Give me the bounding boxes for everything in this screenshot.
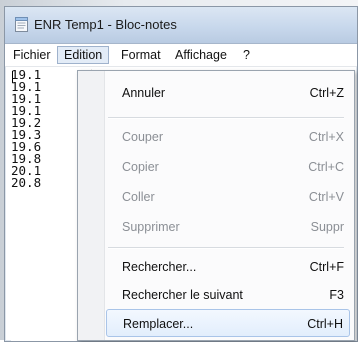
menu-item-shortcut: F3 — [329, 288, 344, 302]
menu-item-label: Rechercher le suivant — [122, 288, 243, 302]
menu-item-rechercher[interactable]: Rechercher... Ctrl+F — [106, 253, 350, 281]
menu-item-label: Couper — [122, 130, 163, 144]
menu-item-supprimer[interactable]: Supprimer Suppr — [106, 213, 350, 241]
menu-bar: Fichier Edition Format Affichage ? — [5, 44, 357, 67]
menu-item-label: Remplacer... — [123, 317, 194, 331]
menu-item-label: Supprimer — [122, 220, 180, 234]
menu-item-shortcut: Ctrl+X — [308, 130, 344, 144]
menu-item-label: Coller — [122, 190, 155, 204]
window-title: ENR Temp1 - Bloc-notes — [34, 17, 177, 32]
editor-line: 20.8 — [11, 175, 42, 190]
menu-item-copier[interactable]: Copier Ctrl+C — [106, 153, 350, 181]
menu-item-shortcut: Ctrl+Z — [309, 86, 344, 100]
menu-item-rechercher-suivant[interactable]: Rechercher le suivant F3 — [106, 281, 350, 309]
menu-item-coller[interactable]: Coller Ctrl+V — [106, 183, 350, 211]
menu-item-shortcut: Ctrl+C — [308, 160, 344, 174]
menu-item-remplacer[interactable]: Remplacer... Ctrl+H — [106, 309, 350, 337]
menu-item-couper[interactable]: Couper Ctrl+X — [106, 123, 350, 151]
menu-item-label: Annuler — [122, 86, 166, 100]
menu-fichier[interactable]: Fichier — [7, 46, 57, 64]
menu-item-shortcut: Ctrl+F — [309, 260, 344, 274]
menu-item-shortcut: Ctrl+V — [308, 190, 344, 204]
menu-help[interactable]: ? — [237, 46, 256, 64]
menu-item-shortcut: Suppr — [310, 220, 344, 234]
menu-separator — [108, 247, 344, 249]
menu-item-label: Rechercher... — [122, 260, 197, 274]
menu-icon-gutter — [78, 71, 105, 340]
title-bar[interactable]: ENR Temp1 - Bloc-notes — [5, 7, 357, 44]
menu-separator — [108, 117, 344, 119]
notepad-window: ENR Temp1 - Bloc-notes Fichier Edition F… — [4, 6, 358, 342]
menu-format[interactable]: Format — [115, 46, 167, 64]
notepad-icon — [15, 17, 28, 32]
menu-affichage[interactable]: Affichage — [169, 46, 233, 64]
menu-item-label: Copier — [122, 160, 159, 174]
edition-dropdown-menu: Annuler Ctrl+Z Couper Ctrl+X Copier Ctrl… — [77, 70, 355, 341]
menu-item-shortcut: Ctrl+H — [307, 317, 343, 331]
menu-edition[interactable]: Edition — [57, 46, 110, 64]
menu-item-annuler[interactable]: Annuler Ctrl+Z — [106, 79, 350, 107]
